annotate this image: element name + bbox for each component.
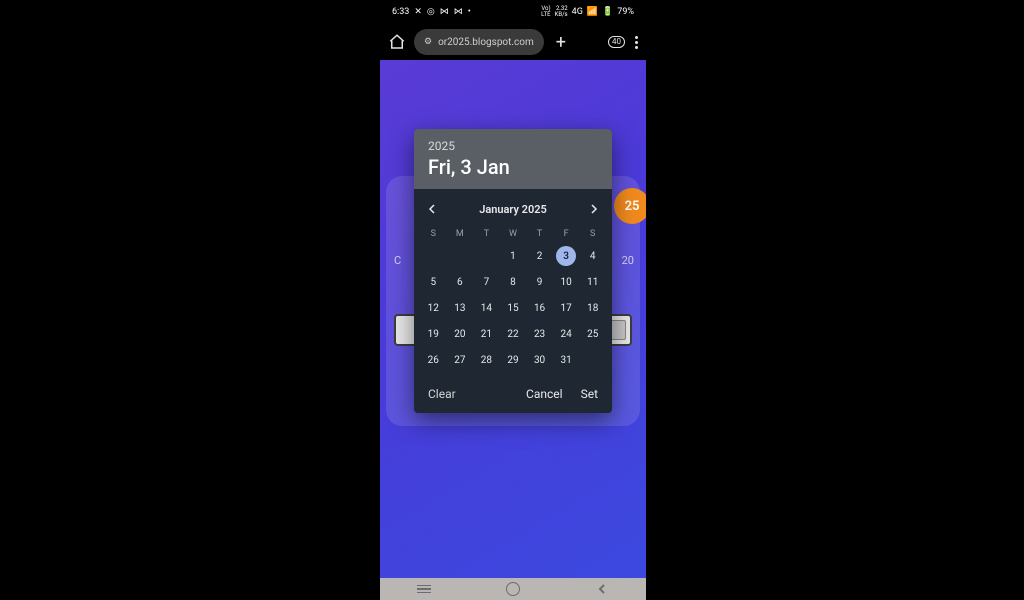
calendar-day[interactable]: 30 xyxy=(526,347,553,373)
calendar-day[interactable]: 14 xyxy=(473,295,500,321)
calendar-day[interactable]: 18 xyxy=(579,295,606,321)
status-time: 6:33 xyxy=(392,7,409,17)
site-settings-icon: ⚙ xyxy=(424,37,432,47)
overflow-menu-icon[interactable] xyxy=(635,36,638,49)
weekday-header: SMTWTFS xyxy=(414,225,612,243)
calendar-day[interactable]: 28 xyxy=(473,347,500,373)
browser-toolbar: ⚙ or2025.blogspot.com + 40 xyxy=(380,24,646,60)
calendar-day[interactable]: 6 xyxy=(447,269,474,295)
signal-icon: 📶 xyxy=(587,7,598,17)
calendar-day[interactable]: 17 xyxy=(553,295,580,321)
calendar-day[interactable]: 29 xyxy=(500,347,527,373)
calendar-day[interactable]: 24 xyxy=(553,321,580,347)
background-label-right: 20 xyxy=(622,254,634,267)
status-icon: ◎ xyxy=(427,7,435,17)
calendar-day[interactable]: 27 xyxy=(447,347,474,373)
weekday-label: T xyxy=(473,225,500,243)
background-label-left: C xyxy=(394,254,401,267)
phone-frame: 6:33 ✕ ◎ ⋈ ⋈ • Vo)LTE 2.32KB/s 4G 📶 🔋 79… xyxy=(380,0,646,600)
calendar-day[interactable]: 13 xyxy=(447,295,474,321)
calendar-day[interactable]: 20 xyxy=(447,321,474,347)
calendar-day[interactable]: 9 xyxy=(526,269,553,295)
calendar-day[interactable]: 23 xyxy=(526,321,553,347)
tab-switcher-button[interactable]: 40 xyxy=(608,36,625,48)
picker-selected-date: Fri, 3 Jan xyxy=(428,155,598,179)
weekday-label: S xyxy=(579,225,606,243)
cancel-button[interactable]: Cancel xyxy=(526,387,563,401)
calendar-day[interactable]: 31 xyxy=(553,347,580,373)
status-netspeed: 2.32KB/s xyxy=(555,6,568,18)
status-volte: Vo)LTE xyxy=(541,6,550,18)
calendar-day[interactable]: 19 xyxy=(420,321,447,347)
weekday-label: S xyxy=(420,225,447,243)
webpage-viewport: 25 C 20 2025 Fri, 3 Jan January 2025 xyxy=(380,60,646,600)
weekday-label: W xyxy=(500,225,527,243)
status-icon: ⋈ xyxy=(440,7,449,17)
calendar-day[interactable]: 5 xyxy=(420,269,447,295)
system-nav-bar xyxy=(380,578,646,600)
back-button[interactable] xyxy=(582,582,622,596)
calendar-day[interactable]: 1 xyxy=(500,243,527,269)
status-bar: 6:33 ✕ ◎ ⋈ ⋈ • Vo)LTE 2.32KB/s 4G 📶 🔋 79… xyxy=(380,0,646,24)
calendar-day[interactable]: 2 xyxy=(526,243,553,269)
next-month-button[interactable] xyxy=(584,199,604,219)
picker-actions: Clear Cancel Set xyxy=(414,377,612,413)
weekday-label: M xyxy=(447,225,474,243)
month-year-label[interactable]: January 2025 xyxy=(479,203,547,216)
date-picker-dialog: 2025 Fri, 3 Jan January 2025 SMTWTFS 123… xyxy=(414,129,612,413)
calendar-blank xyxy=(420,243,447,269)
calendar-day[interactable]: 7 xyxy=(473,269,500,295)
date-picker-header[interactable]: 2025 Fri, 3 Jan xyxy=(414,129,612,189)
calendar-day[interactable]: 15 xyxy=(500,295,527,321)
url-text: or2025.blogspot.com xyxy=(438,37,534,48)
calendar-day[interactable]: 10 xyxy=(553,269,580,295)
calendar-day[interactable]: 4 xyxy=(579,243,606,269)
weekday-label: T xyxy=(526,225,553,243)
new-tab-button[interactable]: + xyxy=(556,32,566,53)
calendar-grid: 1234567891011121314151617181920212223242… xyxy=(414,243,612,377)
status-icon: ✕ xyxy=(414,7,422,17)
battery-pct: 79% xyxy=(617,7,634,17)
set-button[interactable]: Set xyxy=(581,387,598,401)
battery-icon: 🔋 xyxy=(602,7,613,17)
status-4g: 4G xyxy=(572,7,583,17)
calendar-day[interactable]: 26 xyxy=(420,347,447,373)
calendar-day[interactable]: 21 xyxy=(473,321,500,347)
calendar-day[interactable]: 22 xyxy=(500,321,527,347)
clear-button[interactable]: Clear xyxy=(428,387,456,401)
calendar-day[interactable]: 8 xyxy=(500,269,527,295)
url-bar[interactable]: ⚙ or2025.blogspot.com xyxy=(414,29,544,55)
calendar-day[interactable]: 11 xyxy=(579,269,606,295)
weekday-label: F xyxy=(553,225,580,243)
calendar-blank xyxy=(473,243,500,269)
prev-month-button[interactable] xyxy=(422,199,442,219)
calendar-day[interactable]: 3 xyxy=(553,243,580,269)
recent-apps-button[interactable] xyxy=(404,582,444,596)
home-button[interactable] xyxy=(493,582,533,596)
calendar-day[interactable]: 25 xyxy=(579,321,606,347)
home-icon[interactable] xyxy=(388,33,406,51)
date-badge[interactable]: 25 xyxy=(614,188,646,224)
calendar-day[interactable]: 12 xyxy=(420,295,447,321)
status-icon: • xyxy=(468,7,471,17)
calendar-blank xyxy=(447,243,474,269)
picker-year[interactable]: 2025 xyxy=(428,139,598,153)
status-icon: ⋈ xyxy=(454,7,463,17)
calendar-day[interactable]: 16 xyxy=(526,295,553,321)
